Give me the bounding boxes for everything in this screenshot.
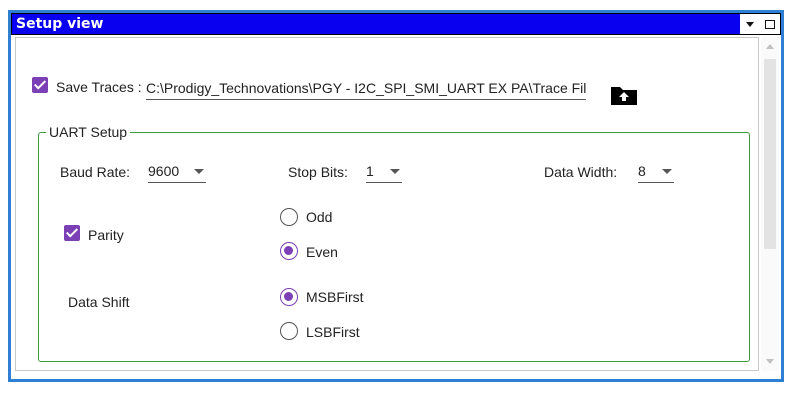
baud-rate-select[interactable]: 9600 <box>148 161 206 183</box>
setup-view-window: Setup view Save Traces : C:\Prodigy_Tech… <box>8 10 784 382</box>
msbfirst-label: MSBFirst <box>306 289 364 305</box>
lsbfirst-label: LSBFirst <box>306 324 360 340</box>
parity-odd-radio[interactable] <box>280 208 298 226</box>
vertical-scrollbar[interactable] <box>761 37 779 371</box>
data-width-select[interactable]: 8 <box>638 161 674 183</box>
parity-even-radio[interactable] <box>280 242 298 260</box>
scroll-up-icon[interactable] <box>761 39 779 55</box>
save-traces-checkbox[interactable] <box>32 77 48 93</box>
data-shift-label: Data Shift <box>68 294 130 310</box>
save-traces-label: Save Traces : <box>56 79 142 95</box>
parity-label: Parity <box>88 227 124 243</box>
window-title: Setup view <box>16 16 104 32</box>
scrollbar-thumb[interactable] <box>764 59 776 249</box>
maximize-icon[interactable] <box>762 16 778 32</box>
window-titlebar: Setup view <box>11 13 781 35</box>
stop-bits-select[interactable]: 1 <box>366 161 402 183</box>
stop-bits-value: 1 <box>366 163 374 179</box>
dropdown-icon[interactable] <box>742 16 758 32</box>
parity-odd-label: Odd <box>306 209 333 225</box>
trace-path-input[interactable]: C:\Prodigy_Technovations\PGY - I2C_SPI_S… <box>146 78 586 100</box>
parity-even-label: Even <box>306 244 338 260</box>
chevron-down-icon <box>662 169 672 174</box>
baud-rate-value: 9600 <box>148 163 180 179</box>
data-width-value: 8 <box>638 163 646 179</box>
baud-rate-label: Baud Rate: <box>60 164 131 180</box>
data-width-label: Data Width: <box>544 164 618 180</box>
lsbfirst-radio[interactable] <box>280 322 298 340</box>
chevron-down-icon <box>390 169 400 174</box>
scroll-down-icon[interactable] <box>761 353 779 369</box>
stop-bits-label: Stop Bits: <box>288 164 348 180</box>
chevron-down-icon <box>194 169 204 174</box>
parity-checkbox[interactable] <box>64 225 80 241</box>
setup-content: Save Traces : C:\Prodigy_Technovations\P… <box>15 37 759 371</box>
titlebar-buttons <box>740 14 780 34</box>
uart-setup-title: UART Setup <box>46 124 131 140</box>
msbfirst-radio[interactable] <box>280 288 298 306</box>
folder-upload-icon[interactable] <box>610 84 638 106</box>
